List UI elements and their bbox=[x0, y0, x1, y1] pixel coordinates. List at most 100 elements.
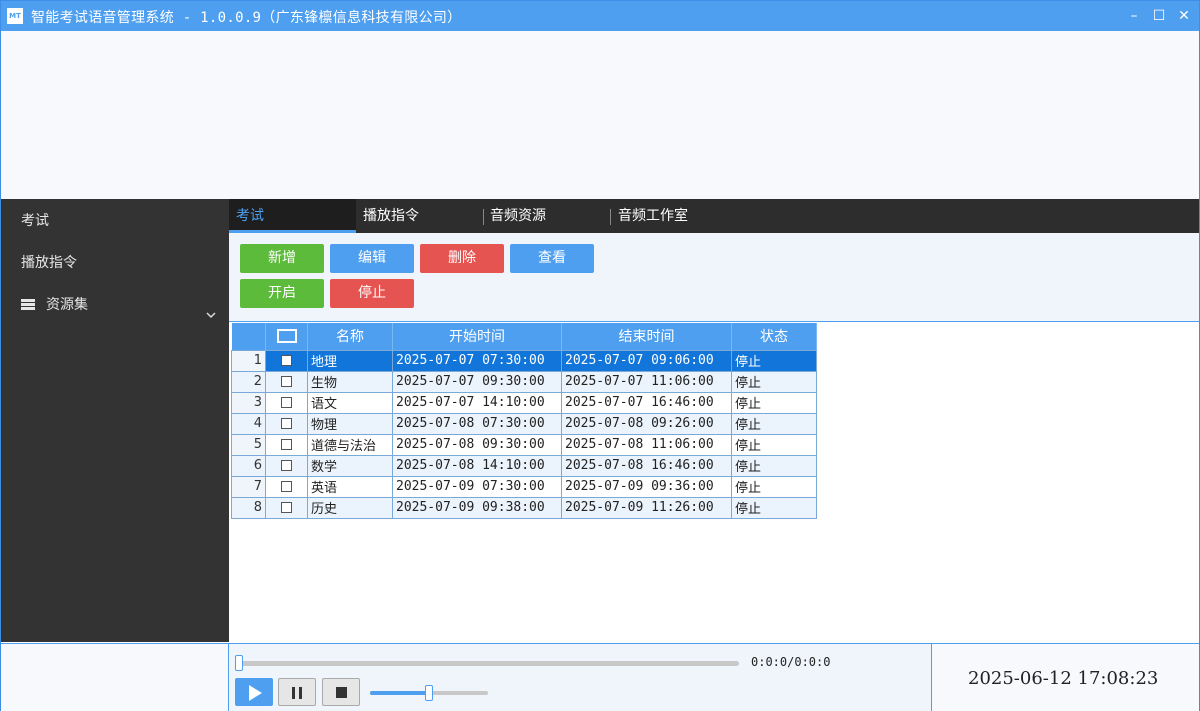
cell-name: 语文 bbox=[307, 391, 393, 414]
app-logo: MT bbox=[7, 8, 23, 24]
table-row[interactable]: 5 道德与法治 2025-07-08 09:30:00 2025-07-08 11:0… bbox=[231, 433, 817, 456]
cell-start-time: 2025-07-07 07:30:00 bbox=[392, 349, 562, 372]
exam-grid-panel: 名称 开始时间 结束时间 状态 1 地理 2025-07-07 07:30:00 20… bbox=[229, 321, 1199, 643]
table-row[interactable]: 3 语文 2025-07-07 14:10:00 2025-07-07 16:46:0… bbox=[231, 391, 817, 414]
add-button[interactable]: 新增 bbox=[240, 244, 324, 273]
row-checkbox[interactable] bbox=[265, 475, 308, 498]
cell-end-time: 2025-07-08 11:06:00 bbox=[561, 433, 732, 456]
cell-start-time: 2025-07-08 14:10:00 bbox=[392, 454, 562, 477]
toolbar: 新增 编辑 删除 查看 开启 停止 bbox=[229, 233, 1199, 321]
column-header-name[interactable]: 名称 bbox=[307, 323, 393, 350]
view-button[interactable]: 查看 bbox=[510, 244, 594, 273]
checkbox[interactable] bbox=[281, 502, 292, 513]
start-button[interactable]: 开启 bbox=[240, 279, 324, 308]
progress-track[interactable] bbox=[235, 655, 739, 671]
row-checkbox[interactable] bbox=[265, 496, 308, 519]
tab-play-commands[interactable]: 播放指令 bbox=[363, 199, 483, 233]
cell-status: 停止 bbox=[731, 496, 817, 519]
table-header-row: 名称 开始时间 结束时间 状态 bbox=[231, 323, 817, 350]
volume-fill bbox=[370, 691, 429, 695]
row-number: 4 bbox=[231, 412, 266, 435]
checkbox[interactable] bbox=[281, 481, 292, 492]
chevron-down-icon[interactable] bbox=[205, 297, 217, 337]
checkbox[interactable] bbox=[281, 460, 292, 471]
tab-audio-resources[interactable]: 音频资源 bbox=[490, 199, 610, 233]
sidebar: 考试 播放指令 资源集 bbox=[1, 199, 229, 642]
table-row[interactable]: 8 历史 2025-07-09 09:38:00 2025-07-09 11:26:0… bbox=[231, 496, 817, 519]
column-header-start-time[interactable]: 开始时间 bbox=[392, 323, 562, 350]
edit-button[interactable]: 编辑 bbox=[330, 244, 414, 273]
app-window: MT 智能考试语音管理系统 - 1.0.0.9（广东锋檩信息科技有限公司） – … bbox=[0, 0, 1200, 711]
pause-button[interactable] bbox=[278, 678, 316, 706]
cell-start-time: 2025-07-09 07:30:00 bbox=[392, 475, 562, 498]
table-row[interactable]: 4 物理 2025-07-08 07:30:00 2025-07-08 09:26:0… bbox=[231, 412, 817, 435]
cell-name: 地理 bbox=[307, 349, 393, 372]
left-bottom-panel bbox=[1, 643, 229, 711]
row-checkbox[interactable] bbox=[265, 433, 308, 456]
row-checkbox[interactable] bbox=[265, 412, 308, 435]
audio-player: 0:0:0/0:0:0 bbox=[229, 643, 932, 711]
tab-audio-studio[interactable]: 音频工作室 bbox=[618, 199, 738, 233]
exam-table: 名称 开始时间 结束时间 状态 1 地理 2025-07-07 07:30:00 20… bbox=[231, 323, 817, 519]
delete-button[interactable]: 删除 bbox=[420, 244, 504, 273]
cell-start-time: 2025-07-08 07:30:00 bbox=[392, 412, 562, 435]
sidebar-item-label: 资源集 bbox=[46, 297, 88, 313]
sidebar-item-exam[interactable]: 考试 bbox=[1, 201, 229, 241]
list-icon bbox=[21, 299, 35, 310]
play-button[interactable] bbox=[235, 678, 273, 706]
stop-icon bbox=[336, 687, 347, 698]
cell-status: 停止 bbox=[731, 370, 817, 393]
stop-playback-button[interactable] bbox=[322, 678, 360, 706]
progress-slider-thumb[interactable] bbox=[235, 655, 243, 671]
table-row[interactable]: 7 英语 2025-07-09 07:30:00 2025-07-09 09:36:0… bbox=[231, 475, 817, 498]
sidebar-item-label: 考试 bbox=[21, 213, 49, 229]
row-checkbox[interactable] bbox=[265, 391, 308, 414]
cell-end-time: 2025-07-08 09:26:00 bbox=[561, 412, 732, 435]
volume-slider-thumb[interactable] bbox=[425, 685, 433, 701]
table-row[interactable]: 6 数学 2025-07-08 14:10:00 2025-07-08 16:46:0… bbox=[231, 454, 817, 477]
sidebar-item-play-commands[interactable]: 播放指令 bbox=[1, 243, 229, 283]
checkbox[interactable] bbox=[281, 355, 292, 366]
minimize-button[interactable]: – bbox=[1122, 5, 1146, 27]
cell-start-time: 2025-07-07 14:10:00 bbox=[392, 391, 562, 414]
cell-start-time: 2025-07-08 09:30:00 bbox=[392, 433, 562, 456]
checkbox[interactable] bbox=[281, 418, 292, 429]
close-button[interactable]: ✕ bbox=[1172, 5, 1196, 27]
cell-status: 停止 bbox=[731, 349, 817, 372]
window-title: 智能考试语音管理系统 - 1.0.0.9（广东锋檩信息科技有限公司） bbox=[31, 10, 462, 26]
checkbox[interactable] bbox=[281, 397, 292, 408]
cell-status: 停止 bbox=[731, 454, 817, 477]
tab-bar: 考试 播放指令 音频资源 音频工作室 bbox=[229, 199, 1199, 233]
table-row[interactable]: 2 生物 2025-07-07 09:30:00 2025-07-07 11:06:0… bbox=[231, 370, 817, 393]
row-checkbox[interactable] bbox=[265, 370, 308, 393]
cell-name: 生物 bbox=[307, 370, 393, 393]
cell-status: 停止 bbox=[731, 391, 817, 414]
sidebar-item-resource-set[interactable]: 资源集 bbox=[1, 285, 229, 325]
stop-button[interactable]: 停止 bbox=[330, 279, 414, 308]
column-header-status[interactable]: 状态 bbox=[731, 323, 817, 350]
cell-start-time: 2025-07-09 09:38:00 bbox=[392, 496, 562, 519]
tab-exam[interactable]: 考试 bbox=[229, 199, 356, 233]
row-header-corner bbox=[231, 323, 266, 350]
cell-name: 道德与法治 bbox=[307, 433, 393, 456]
row-number: 7 bbox=[231, 475, 266, 498]
column-header-end-time[interactable]: 结束时间 bbox=[561, 323, 732, 350]
table-row[interactable]: 1 地理 2025-07-07 07:30:00 2025-07-07 09:06:0… bbox=[231, 349, 817, 372]
row-number: 5 bbox=[231, 433, 266, 456]
tab-divider bbox=[483, 209, 484, 225]
cell-end-time: 2025-07-09 09:36:00 bbox=[561, 475, 732, 498]
row-number: 6 bbox=[231, 454, 266, 477]
row-number: 8 bbox=[231, 496, 266, 519]
row-number: 2 bbox=[231, 370, 266, 393]
row-checkbox[interactable] bbox=[265, 349, 308, 372]
checkbox[interactable] bbox=[281, 376, 292, 387]
row-number: 1 bbox=[231, 349, 266, 372]
cell-status: 停止 bbox=[731, 475, 817, 498]
checkbox[interactable] bbox=[281, 439, 292, 450]
row-checkbox[interactable] bbox=[265, 454, 308, 477]
select-all-checkbox[interactable] bbox=[265, 323, 308, 350]
maximize-button[interactable]: ☐ bbox=[1147, 5, 1171, 27]
cell-name: 历史 bbox=[307, 496, 393, 519]
sidebar-item-label: 播放指令 bbox=[21, 255, 77, 271]
volume-slider[interactable] bbox=[370, 685, 488, 701]
